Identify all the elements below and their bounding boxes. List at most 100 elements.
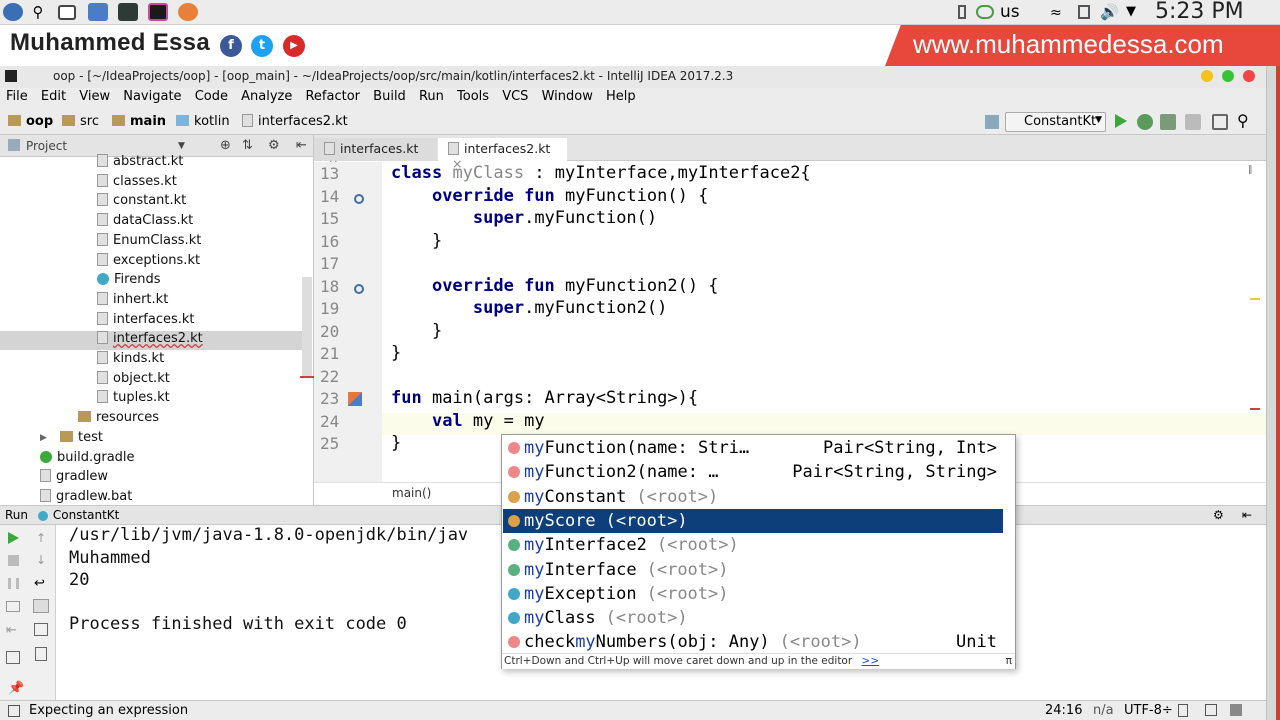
override-icon[interactable] xyxy=(354,194,364,204)
scrollbar[interactable] xyxy=(302,277,312,377)
search-icon[interactable]: ⚲ xyxy=(28,3,48,21)
wrap-icon[interactable]: ↩ xyxy=(34,576,45,591)
completion-item[interactable]: myClass (<root>) xyxy=(503,606,1003,630)
volume-icon[interactable]: 🔊 xyxy=(1100,3,1119,21)
build-icon[interactable] xyxy=(985,115,999,129)
gear-icon[interactable]: ⚙ xyxy=(1213,506,1224,524)
error-marker[interactable] xyxy=(1250,408,1260,410)
arrow-down-icon[interactable]: ↓ xyxy=(36,553,46,567)
rerun-icon[interactable] xyxy=(8,532,19,544)
debug-icon[interactable] xyxy=(1137,114,1153,130)
keyboard-layout[interactable]: us xyxy=(1000,2,1020,22)
code-line[interactable]: } xyxy=(391,321,442,341)
code-line[interactable]: override fun myFunction() { xyxy=(391,186,708,206)
arrow-up-icon[interactable]: ↑ xyxy=(36,531,46,545)
run-icon[interactable] xyxy=(1115,114,1127,128)
run-config-select[interactable]: ConstantKt ▼ xyxy=(1005,112,1106,132)
tab-interfaces[interactable]: interfaces.kt × xyxy=(314,138,437,171)
completion-item[interactable]: myFunction2(name: … Pair<String, String> xyxy=(503,460,1003,484)
scroll-end-icon[interactable] xyxy=(33,599,49,613)
code-line[interactable]: } xyxy=(391,433,401,453)
tab-interfaces2[interactable]: interfaces2.kt × xyxy=(438,138,567,171)
menu-help[interactable]: Help xyxy=(606,89,636,104)
project-tree-item[interactable]: ▶ test xyxy=(0,430,302,449)
clock[interactable]: 5:23 PM xyxy=(1155,0,1244,24)
code-line[interactable]: } xyxy=(391,343,401,363)
breadcrumb-main[interactable]: main() xyxy=(392,486,431,500)
lock-icon[interactable] xyxy=(1178,704,1188,717)
coverage-icon[interactable] xyxy=(1160,114,1176,130)
inspection-icon[interactable]: ‖ xyxy=(1248,165,1253,175)
minimize-button[interactable] xyxy=(1201,70,1213,82)
pause-icon[interactable] xyxy=(8,578,19,589)
print-icon[interactable] xyxy=(34,623,48,636)
crumb-main[interactable]: main xyxy=(130,114,166,129)
code-line[interactable]: class myClass : myInterface,myInterface2… xyxy=(391,163,811,183)
git-icon[interactable] xyxy=(1205,704,1217,716)
project-tree-item[interactable]: object.kt xyxy=(0,370,302,390)
menu-window[interactable]: Window xyxy=(542,89,593,104)
crumb-file[interactable]: interfaces2.kt xyxy=(258,114,348,129)
stop-icon[interactable] xyxy=(1185,114,1201,130)
run-tab-label[interactable]: Run xyxy=(5,508,28,522)
file-encoding[interactable]: UTF-8÷ xyxy=(1124,701,1173,720)
override-icon[interactable] xyxy=(354,284,364,294)
project-tree-item[interactable]: abstract.kt xyxy=(0,154,302,173)
menu-code[interactable]: Code xyxy=(195,89,228,104)
menu-vcs[interactable]: VCS xyxy=(502,89,528,104)
project-tree-item[interactable]: Firends xyxy=(0,272,302,291)
tool-window-icon[interactable] xyxy=(8,705,20,717)
completion-item[interactable]: myException (<root>) xyxy=(503,582,1003,606)
project-tree-item[interactable]: classes.kt xyxy=(0,173,302,193)
menu-view[interactable]: View xyxy=(79,89,110,104)
menu-edit[interactable]: Edit xyxy=(41,89,66,104)
fedora-icon[interactable] xyxy=(3,3,23,21)
code-line[interactable]: super.myFunction() xyxy=(391,208,657,228)
terminal-icon[interactable] xyxy=(118,3,138,21)
code-line[interactable]: override fun myFunction2() { xyxy=(391,276,719,296)
files-icon[interactable] xyxy=(88,3,108,21)
completion-item[interactable]: checkmyNumbers(obj: Any) (<root>) Unit xyxy=(503,630,1003,654)
completion-item[interactable]: myFunction(name: Stri… Pair<String, Int> xyxy=(503,436,1003,460)
stop-icon[interactable] xyxy=(8,555,19,566)
project-tree-item[interactable]: constant.kt xyxy=(0,193,302,212)
close-button[interactable] xyxy=(1243,70,1255,82)
kotlin-run-icon[interactable] xyxy=(348,392,362,406)
warning-marker[interactable] xyxy=(1250,298,1260,300)
crumb-oop[interactable]: oop xyxy=(26,114,53,129)
menu-build[interactable]: Build xyxy=(373,89,406,104)
project-tree-item[interactable]: EnumClass.kt xyxy=(0,232,302,252)
code-line[interactable]: fun main(args: Array<String>){ xyxy=(391,388,698,408)
completion-item[interactable]: myInterface (<root>) xyxy=(503,558,1003,582)
project-structure-icon[interactable] xyxy=(1212,114,1228,130)
crumb-kotlin[interactable]: kotlin xyxy=(194,114,230,129)
completion-item[interactable]: myScore (<root>) xyxy=(503,508,1003,533)
search-icon[interactable]: ⚲ xyxy=(1237,111,1249,130)
project-tree-item[interactable]: build.gradle xyxy=(0,450,302,469)
intellij-icon[interactable] xyxy=(148,3,168,21)
dump-icon[interactable] xyxy=(6,601,20,612)
chevron-right-icon[interactable]: ▶ xyxy=(40,433,47,443)
code-line[interactable]: super.myFunction2() xyxy=(391,298,667,318)
crumb-src[interactable]: src xyxy=(80,114,99,129)
menu-navigate[interactable]: Navigate xyxy=(123,89,181,104)
code-line[interactable]: val my = my xyxy=(391,411,545,431)
maximize-button[interactable] xyxy=(1222,70,1234,82)
hide-icon[interactable]: ⇤ xyxy=(1242,506,1252,524)
code-line[interactable]: } xyxy=(391,231,442,251)
hint-link[interactable]: >> xyxy=(862,655,880,667)
completion-item[interactable]: myConstant (<root>) xyxy=(503,485,1003,509)
desktop-icon[interactable] xyxy=(58,5,76,20)
exit-icon[interactable]: ⇤ xyxy=(6,623,17,638)
project-tree-item[interactable]: dataClass.kt xyxy=(0,213,302,232)
project-tree-item[interactable]: kinds.kt xyxy=(0,351,302,370)
menu-refactor[interactable]: Refactor xyxy=(305,89,360,104)
layout-icon[interactable] xyxy=(6,651,20,664)
menu-analyze[interactable]: Analyze xyxy=(241,89,292,104)
menu-run[interactable]: Run xyxy=(419,89,444,104)
caret-position[interactable]: 24:16 xyxy=(1045,701,1082,720)
event-log-icon[interactable] xyxy=(1230,704,1242,716)
project-tree-item[interactable]: gradlew xyxy=(0,469,302,488)
project-panel-title[interactable]: Project xyxy=(26,139,67,153)
run-config-tab[interactable]: ConstantKt xyxy=(53,508,120,522)
